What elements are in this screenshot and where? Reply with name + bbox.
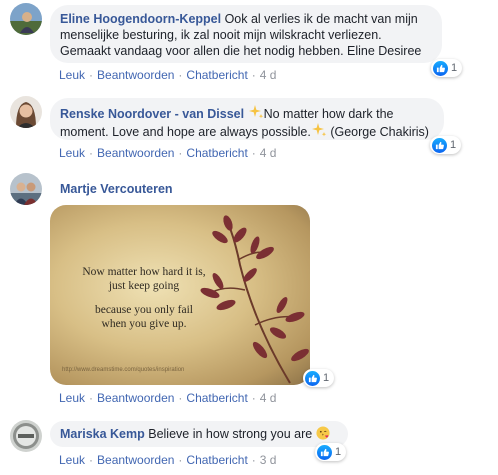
reaction-count[interactable]: 1 [315, 443, 347, 461]
separator: · [178, 146, 183, 160]
separator: · [251, 146, 256, 160]
reaction-count[interactable]: 1 [430, 136, 462, 154]
avatar[interactable] [10, 420, 42, 452]
chat-link[interactable]: Chatbericht [186, 146, 247, 160]
separator: · [251, 391, 256, 405]
separator: · [178, 453, 183, 467]
separator: · [251, 453, 256, 467]
like-link[interactable]: Leuk [59, 68, 85, 82]
comment-actions: Leuk · Beantwoorden · Chatbericht · 4 d [59, 146, 276, 160]
thumbs-up-icon [305, 370, 320, 386]
quote-line: Now matter how hard it is, [82, 266, 206, 278]
quote-image[interactable]: Now matter how hard it is, just keep goi… [50, 205, 310, 385]
timestamp[interactable]: 4 d [260, 391, 277, 405]
separator: · [178, 68, 183, 82]
reaction-count[interactable]: 1 [431, 59, 463, 77]
comment-text-line: moment. Love and hope are always possibl… [60, 125, 311, 139]
comment-author[interactable]: Mariska Kemp [60, 427, 145, 441]
reply-link[interactable]: Beantwoorden [97, 68, 174, 82]
avatar[interactable] [10, 3, 42, 35]
comment-author[interactable]: Eline Hoogendoorn-Keppel [60, 12, 221, 26]
comment-text-line: Gemaakt vandaag voor allen die het nodig… [60, 44, 422, 58]
like-link[interactable]: Leuk [59, 453, 85, 467]
comment-bubble: Mariska Kemp Believe in how strong you a… [50, 421, 348, 447]
reaction-number: 1 [451, 62, 458, 74]
separator: · [251, 68, 256, 82]
separator: · [89, 453, 94, 467]
timestamp[interactable]: 4 d [260, 146, 277, 160]
avatar[interactable] [10, 173, 42, 205]
timestamp[interactable]: 3 d [260, 453, 277, 467]
separator: · [89, 391, 94, 405]
sparkles-icon [311, 123, 327, 137]
comment-text-line: No matter how dark the [263, 107, 394, 121]
comment-text: Believe in how strong you are [144, 427, 313, 441]
comment-author[interactable]: Martje Vercouteren [60, 182, 173, 196]
thumbs-up-icon [433, 60, 448, 76]
quote-line: because you only fail [94, 304, 194, 316]
separator: · [89, 68, 94, 82]
reply-link[interactable]: Beantwoorden [97, 453, 174, 467]
comment-bubble: Eline Hoogendoorn-Keppel Ook al verlies … [50, 5, 442, 63]
reply-link[interactable]: Beantwoorden [97, 391, 174, 405]
comment-bubble: Renske Noordover - van Dissel No matter … [50, 98, 444, 140]
comment-author[interactable]: Renske Noordover - van Dissel [60, 107, 244, 121]
separator: · [89, 146, 94, 160]
chat-link[interactable]: Chatbericht [186, 453, 247, 467]
reply-link[interactable]: Beantwoorden [97, 146, 174, 160]
separator: · [178, 391, 183, 405]
comment-actions: Leuk · Beantwoorden · Chatbericht · 3 d [59, 453, 276, 467]
comment-actions: Leuk · Beantwoorden · Chatbericht · 4 d [59, 391, 276, 405]
comment-text-line: Ook al verlies ik de macht van mijn [221, 12, 418, 26]
like-link[interactable]: Leuk [59, 391, 85, 405]
avatar[interactable] [10, 96, 42, 128]
kissing-face-icon [316, 426, 330, 440]
quote-line: just keep going [108, 280, 180, 292]
reaction-count[interactable]: 1 [303, 369, 335, 387]
image-watermark: http://www.dreamstime.com/quotes/inspira… [62, 367, 185, 373]
like-link[interactable]: Leuk [59, 146, 85, 160]
chat-link[interactable]: Chatbericht [186, 68, 247, 82]
thumbs-up-icon [432, 137, 447, 153]
quote-text: Now matter how hard it is, just keep goi… [64, 265, 224, 331]
chat-link[interactable]: Chatbericht [186, 391, 247, 405]
comment-text-line: menselijke besturing, ik zal nooit mijn … [60, 28, 382, 42]
reaction-number: 1 [323, 372, 330, 384]
quote-line: when you give up. [101, 318, 187, 330]
sparkles-icon [248, 105, 263, 119]
thumbs-up-icon [317, 444, 332, 460]
reaction-number: 1 [450, 139, 457, 151]
comment-actions: Leuk · Beantwoorden · Chatbericht · 4 d [59, 68, 276, 82]
comment-text-line: (George Chakiris) [326, 125, 429, 139]
reaction-number: 1 [335, 446, 342, 458]
timestamp[interactable]: 4 d [260, 68, 277, 82]
